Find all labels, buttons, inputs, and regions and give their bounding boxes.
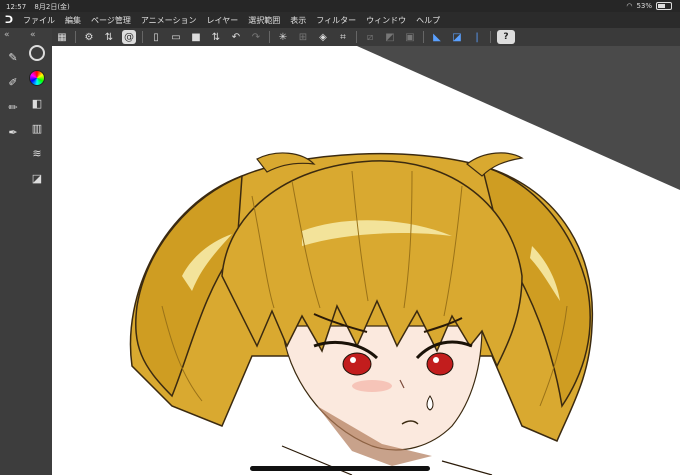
ruler-snap-icon[interactable]: ◣: [430, 30, 444, 44]
menu-filter[interactable]: フィルター: [311, 15, 361, 26]
color-history-icon[interactable]: ▥: [28, 119, 46, 137]
redo-icon[interactable]: ↷: [249, 30, 263, 44]
menu-selection[interactable]: 選択範囲: [243, 15, 285, 26]
new-file-icon[interactable]: ▯: [149, 30, 163, 44]
layer-property-icon[interactable]: ◪: [28, 169, 46, 187]
command-toolbar: ▦ ⚙ ⇅ @ ▯ ▭ ■ ⇅ ↶ ↷ ✳ ⊞ ◈ ⌗ ⧄ ◩ ▣ ◣ ◪ | …: [52, 28, 680, 46]
stepper-icon[interactable]: ⇅: [209, 30, 223, 44]
crop-icon[interactable]: ⌗: [336, 30, 350, 44]
menu-view[interactable]: 表示: [285, 15, 311, 26]
toolbar-separator: [269, 31, 270, 43]
menu-page[interactable]: ページ管理: [86, 15, 136, 26]
menu-window[interactable]: ウィンドウ: [361, 15, 411, 26]
palette-column: ◧ ▥ ≋ ◪: [28, 44, 48, 194]
drawing-canvas[interactable]: [52, 46, 680, 475]
toolbar-separator: [490, 31, 491, 43]
menu-help[interactable]: ヘルプ: [411, 15, 445, 26]
fill-bucket-icon[interactable]: ◈: [316, 30, 330, 44]
layers-icon[interactable]: ≋: [28, 144, 46, 162]
open-file-icon[interactable]: ▭: [169, 30, 183, 44]
app-logo-icon[interactable]: ᑐ: [0, 15, 18, 26]
stepper-icon[interactable]: ⇅: [102, 30, 116, 44]
home-indicator[interactable]: [250, 466, 430, 471]
left-eye: [342, 352, 372, 376]
left-eye-shine: [350, 357, 356, 363]
spiral-icon[interactable]: @: [122, 30, 136, 44]
right-eye-shine: [433, 357, 439, 363]
zoom-tool-icon[interactable]: [28, 44, 46, 62]
wifi-icon: ◠: [626, 2, 633, 10]
menu-file[interactable]: ファイル: [18, 15, 60, 26]
left-tool-panel: « « ✎ ✐ ✏ ✒ ◧ ▥ ≋ ◪: [0, 28, 52, 475]
menu-animation[interactable]: アニメーション: [136, 15, 202, 26]
grid-icon[interactable]: ▦: [55, 30, 69, 44]
sub-tool-column: ✎ ✐ ✏ ✒: [4, 48, 22, 148]
right-eye: [426, 352, 454, 376]
invert-selection-icon[interactable]: ◩: [383, 30, 397, 44]
transform-icon[interactable]: ⊞: [296, 30, 310, 44]
pencil-subtool-icon[interactable]: ✒: [4, 123, 22, 141]
menu-edit[interactable]: 編集: [60, 15, 86, 26]
brush-subtool-icon[interactable]: ✐: [4, 73, 22, 91]
status-bar: 12:57 8月2日(金) ◠ 53%: [0, 0, 680, 12]
battery-icon: [656, 2, 672, 10]
date: 8月2日(金): [34, 3, 70, 11]
tool-settings-icon[interactable]: ⚙: [82, 30, 96, 44]
menu-bar: ᑐ ファイル 編集 ページ管理 アニメーション レイヤー 選択範囲 表示 フィル…: [0, 12, 680, 28]
select-layer-icon[interactable]: ▣: [403, 30, 417, 44]
menu-layer[interactable]: レイヤー: [202, 15, 244, 26]
pen-subtool-icon[interactable]: ✎: [4, 48, 22, 66]
blush: [352, 380, 392, 392]
color-wheel-icon[interactable]: [28, 69, 46, 87]
deselect-icon[interactable]: ⧄: [363, 30, 377, 44]
special-ruler-icon[interactable]: ◪: [450, 30, 464, 44]
help-button[interactable]: ?: [497, 30, 515, 44]
save-icon[interactable]: ■: [189, 30, 203, 44]
sparkle-icon[interactable]: ✳: [276, 30, 290, 44]
eraser-subtool-icon[interactable]: ✏: [4, 98, 22, 116]
toolbar-separator: [75, 31, 76, 43]
toolbar-separator: [142, 31, 143, 43]
collapse-left-icon[interactable]: «: [4, 30, 10, 40]
toolbar-separator: [356, 31, 357, 43]
color-set-icon[interactable]: ◧: [28, 94, 46, 112]
undo-icon[interactable]: ↶: [229, 30, 243, 44]
collapse-right-icon[interactable]: «: [30, 30, 36, 40]
clock: 12:57: [6, 3, 27, 11]
battery-percent: 53%: [636, 2, 652, 10]
pen-pressure-icon[interactable]: |: [470, 30, 484, 44]
toolbar-separator: [423, 31, 424, 43]
artwork: [52, 46, 680, 475]
